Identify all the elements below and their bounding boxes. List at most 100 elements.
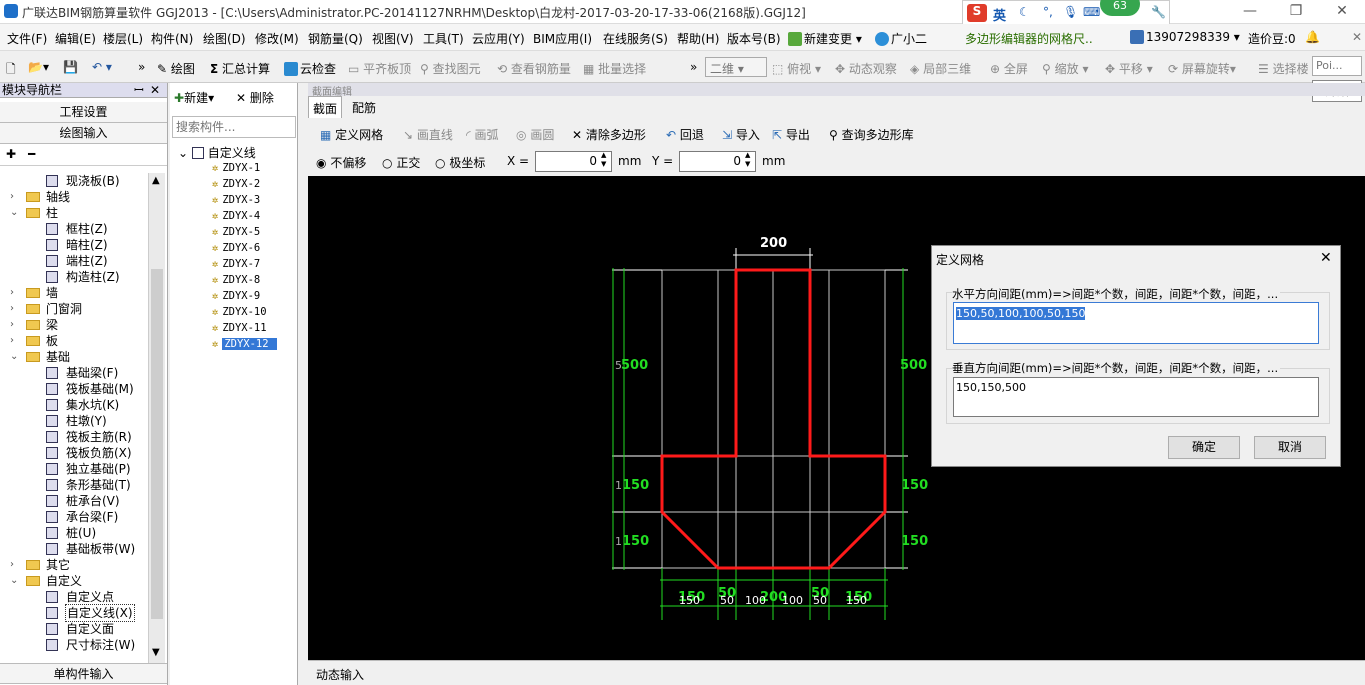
mic-icon[interactable]: 🎙: [1063, 5, 1078, 19]
punct-icon[interactable]: °,: [1043, 5, 1053, 19]
new-change-button[interactable]: 新建变更 ▾: [788, 30, 862, 47]
draw-input-button[interactable]: 绘图输入: [0, 123, 167, 144]
menu-tools[interactable]: 工具(T): [423, 30, 464, 47]
menu-file[interactable]: 文件(F): [7, 30, 47, 47]
tree-expander-icon[interactable]: ›: [10, 189, 14, 205]
query-poly-lib-button[interactable]: ⚲ 查询多边形库: [829, 126, 914, 143]
scroll-down-icon[interactable]: ▼: [152, 647, 160, 658]
zoom-button[interactable]: ⚲ 缩放 ▾: [1042, 60, 1088, 77]
component-list-item[interactable]: ✲ ZDYX-6: [212, 240, 277, 256]
draw-arc-button[interactable]: ◜ 画弧: [466, 126, 499, 143]
select-floor-button[interactable]: ☰ 选择楼: [1258, 60, 1309, 77]
import-button[interactable]: ⇲ 导入: [722, 126, 760, 143]
comp-tree-root[interactable]: ⌄ 自定义线: [178, 144, 256, 161]
dyn-view-button[interactable]: ✥ 动态观察: [835, 60, 897, 77]
ok-button[interactable]: 确定: [1168, 436, 1240, 459]
collapse-all-icon[interactable]: ━: [28, 147, 35, 161]
nav-tree-item[interactable]: 尺寸标注(W): [0, 637, 148, 653]
scroll-up-icon[interactable]: ▲: [152, 175, 160, 186]
nav-tree-item[interactable]: 条形基础(T): [0, 477, 148, 493]
h-spacing-input[interactable]: 150,50,100,100,50,150: [953, 302, 1319, 344]
delete-component-button[interactable]: ✕ 删除: [236, 89, 274, 106]
flat-top-button[interactable]: ▭ 平齐板顶: [348, 60, 411, 77]
component-list-item[interactable]: ✲ ZDYX-11: [212, 320, 277, 336]
component-list-item[interactable]: ✲ ZDYX-2: [212, 176, 277, 192]
menu-cloud[interactable]: 云应用(Y): [472, 30, 525, 47]
component-list-item[interactable]: ✲ ZDYX-12: [212, 336, 277, 352]
sum-button[interactable]: Σ 汇总计算: [210, 60, 270, 77]
nav-tree-item[interactable]: › 门窗洞: [0, 301, 148, 317]
poi-input[interactable]: Poi...: [1312, 56, 1362, 76]
menu-modify[interactable]: 修改(M): [255, 30, 299, 47]
find-element-button[interactable]: ⚲ 查找图元: [420, 60, 481, 77]
cloud-check-button[interactable]: 云检查: [284, 60, 336, 77]
restore-button[interactable]: ❐: [1273, 0, 1319, 24]
menu-edit[interactable]: 编辑(E): [55, 30, 96, 47]
tree-expander-icon[interactable]: ⌄: [10, 573, 18, 589]
ortho-radio[interactable]: ○ 正交: [382, 154, 420, 171]
minimize-button[interactable]: —: [1227, 0, 1273, 24]
nav-tree-item[interactable]: ⌄ 基础: [0, 349, 148, 365]
nav-tree-item[interactable]: 柱墩(Y): [0, 413, 148, 429]
component-list-item[interactable]: ✲ ZDYX-4: [212, 208, 277, 224]
menubar-close-icon[interactable]: ✕: [1352, 30, 1362, 44]
export-button[interactable]: ⇱ 导出: [772, 126, 810, 143]
define-grid-button[interactable]: ▦ 定义网格: [320, 126, 383, 143]
top-view-button[interactable]: ⬚ 俯视 ▾: [772, 60, 821, 77]
batch-select-button[interactable]: ▦ 批量选择: [583, 60, 646, 77]
new-component-button[interactable]: ✚新建▾: [174, 89, 214, 106]
xiaoer-button[interactable]: 广小二: [875, 30, 927, 47]
component-list-item[interactable]: ✲ ZDYX-10: [212, 304, 277, 320]
nav-tree-item[interactable]: 基础梁(F): [0, 365, 148, 381]
tree-expander-icon[interactable]: ›: [10, 333, 14, 349]
proj-settings-button[interactable]: 工程设置: [0, 102, 167, 123]
save-icon[interactable]: 💾: [63, 60, 78, 74]
nav-tree-item[interactable]: 筏板主筋(R): [0, 429, 148, 445]
new-file-icon[interactable]: 🗋: [6, 60, 16, 81]
view-rebar-button[interactable]: ⟲ 查看钢筋量: [497, 60, 571, 77]
nav-tree-item[interactable]: 筏板基础(M): [0, 381, 148, 397]
nav-tree-item[interactable]: 桩(U): [0, 525, 148, 541]
tree-expander-icon[interactable]: ⌄: [10, 205, 18, 221]
nav-tree-item[interactable]: ⌄ 柱: [0, 205, 148, 221]
nav-tree-item[interactable]: › 板: [0, 333, 148, 349]
menu-view[interactable]: 视图(V): [372, 30, 414, 47]
more-icon-2[interactable]: »: [690, 60, 697, 74]
undo-section-button[interactable]: ↶ 回退: [666, 126, 704, 143]
user-account[interactable]: 13907298339 ▾: [1130, 30, 1240, 44]
x-spinner[interactable]: ▲ ▼: [601, 151, 606, 169]
ime-lang[interactable]: 英: [993, 5, 1006, 24]
no-offset-radio[interactable]: ◉ 不偏移: [316, 154, 366, 171]
dialog-close-icon[interactable]: ✕: [1320, 250, 1332, 266]
nav-tree-item[interactable]: 端柱(Z): [0, 253, 148, 269]
tree-expander-icon[interactable]: ⌄: [10, 349, 18, 365]
nav-tree-item[interactable]: › 其它: [0, 557, 148, 573]
nav-tree-item[interactable]: › 梁: [0, 317, 148, 333]
polar-radio[interactable]: ○ 极坐标: [435, 154, 485, 171]
clear-polygon-button[interactable]: ✕ 清除多边形: [572, 126, 646, 143]
nav-tree-item[interactable]: › 轴线: [0, 189, 148, 205]
bell-icon[interactable]: 🔔: [1305, 30, 1320, 44]
nav-scroll-thumb[interactable]: [151, 269, 163, 619]
nav-tree-item[interactable]: ⌄ 自定义: [0, 573, 148, 589]
nav-tree-item[interactable]: › 墙: [0, 285, 148, 301]
close-window-button[interactable]: ✕: [1319, 0, 1365, 24]
single-input-button[interactable]: 单构件输入: [0, 663, 167, 684]
tree-expander-icon[interactable]: ›: [10, 317, 14, 333]
nav-tree-item[interactable]: 筏板负筋(X): [0, 445, 148, 461]
nav-tree-item[interactable]: 桩承台(V): [0, 493, 148, 509]
pin-icon[interactable]: ꟷ: [134, 83, 144, 97]
open-file-icon[interactable]: 📂▾: [28, 60, 49, 74]
draw-circle-button[interactable]: ◎ 画圆: [516, 126, 554, 143]
price-bean[interactable]: 造价豆:0: [1248, 30, 1296, 47]
nav-tree-item[interactable]: 暗柱(Z): [0, 237, 148, 253]
menu-rebar[interactable]: 钢筋量(Q): [308, 30, 363, 47]
more-icon[interactable]: »: [138, 60, 145, 74]
tree-expander-icon[interactable]: ›: [10, 301, 14, 317]
draw-line-button[interactable]: ↘ 画直线: [403, 126, 453, 143]
tab-section[interactable]: 截面: [308, 96, 343, 118]
component-list-item[interactable]: ✲ ZDYX-5: [212, 224, 277, 240]
dynamic-input-label[interactable]: 动态输入: [316, 666, 364, 683]
expand-all-icon[interactable]: ✚: [6, 147, 16, 161]
tree-expander-icon[interactable]: ›: [10, 285, 14, 301]
